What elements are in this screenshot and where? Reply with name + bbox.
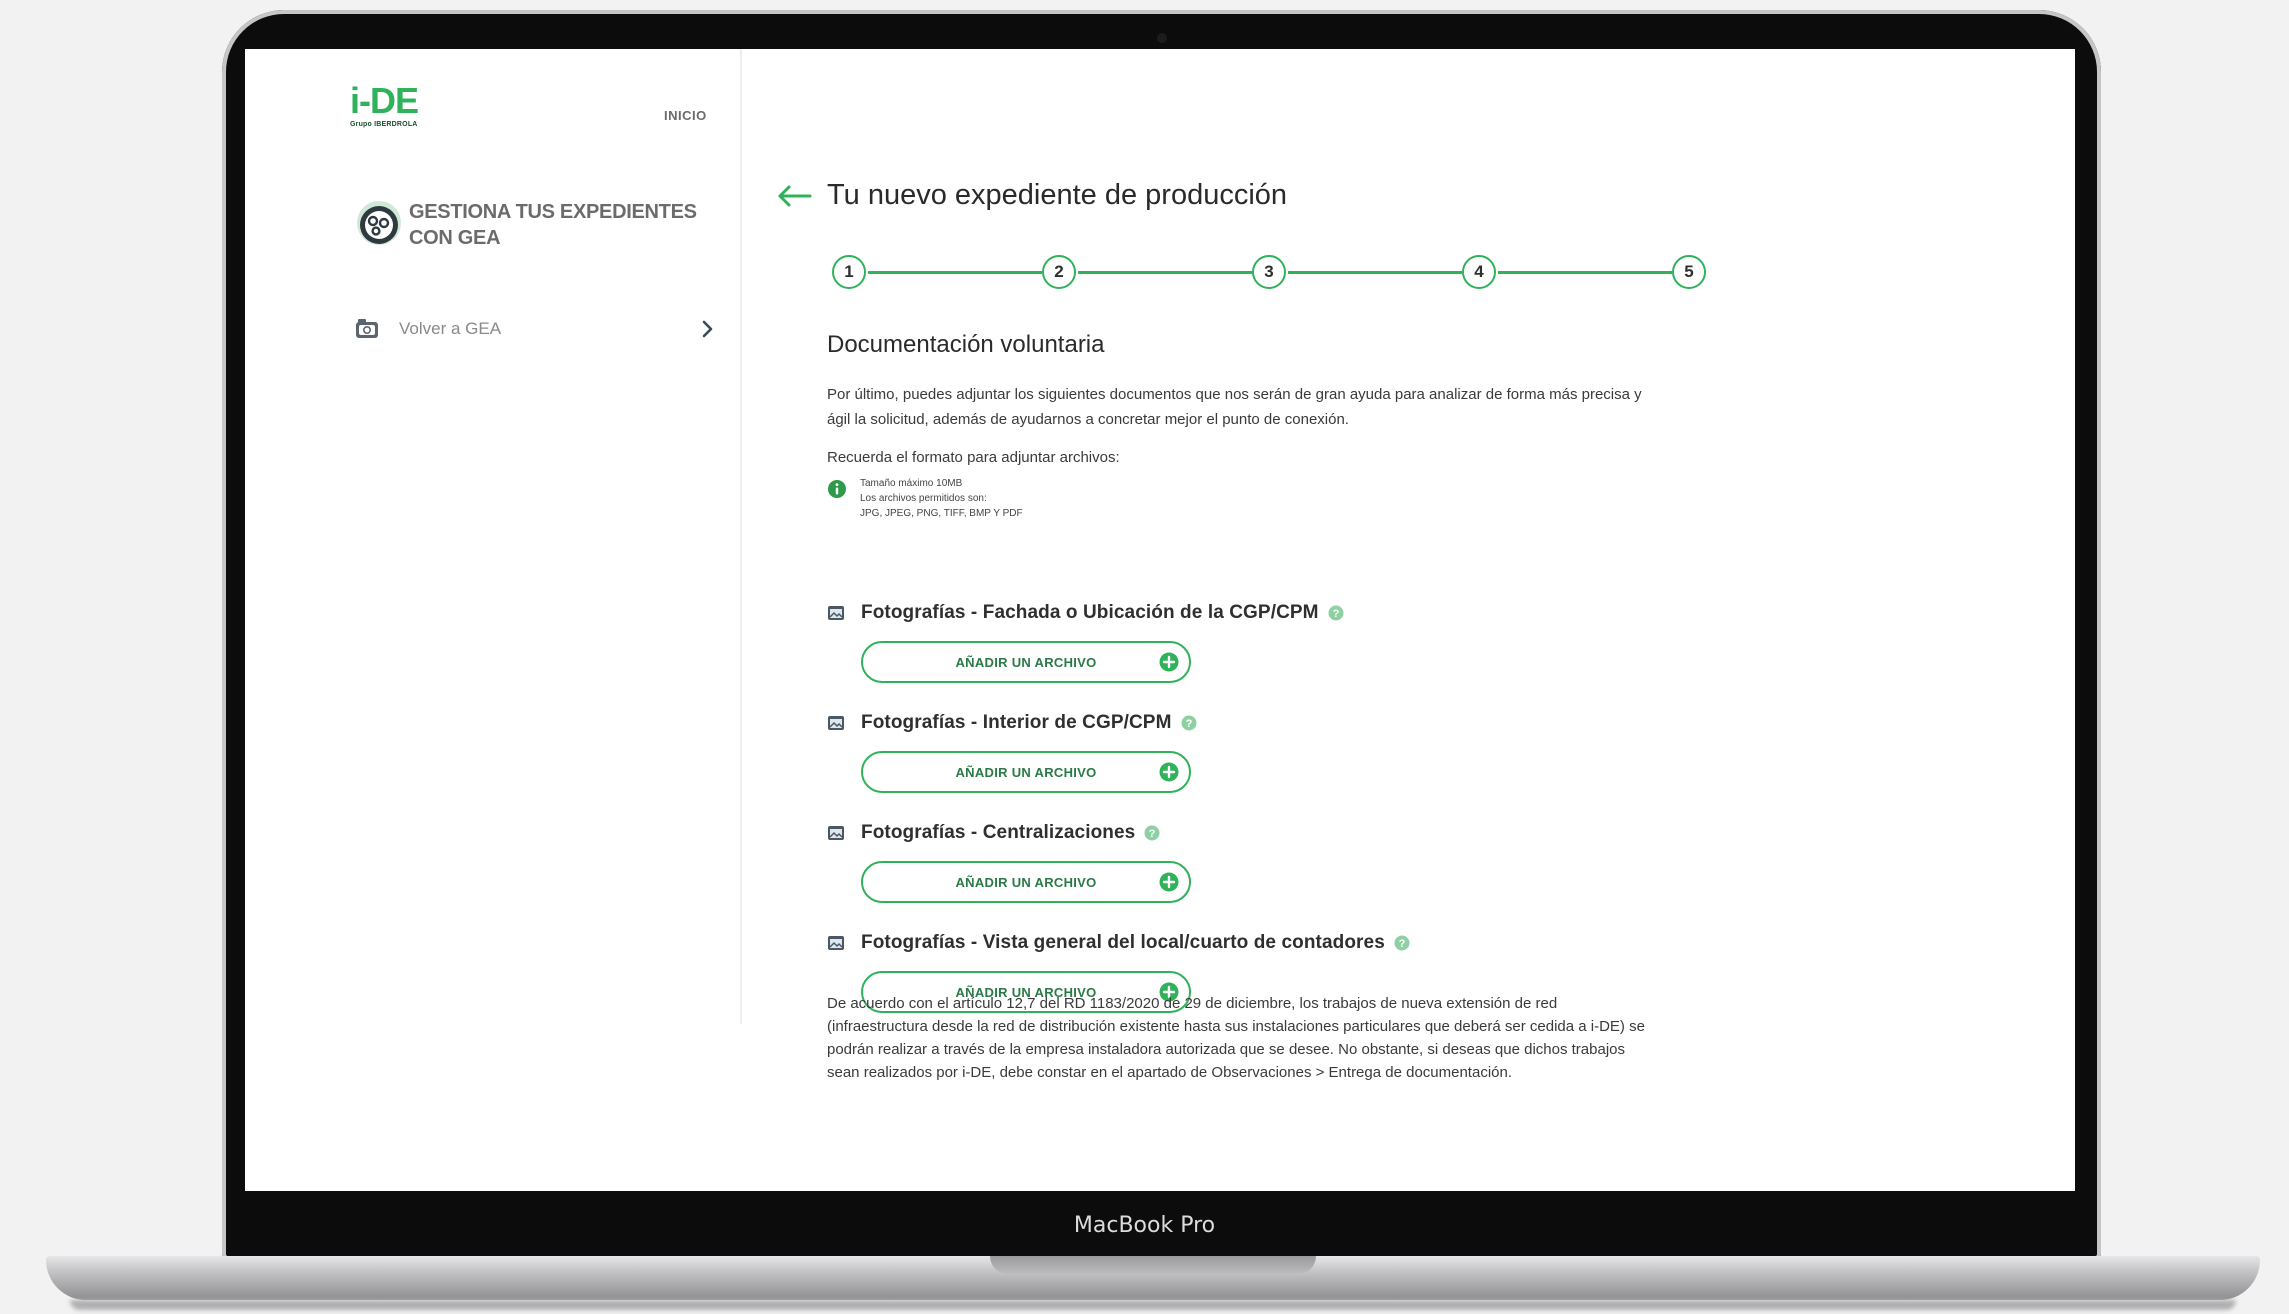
image-icon	[828, 716, 844, 730]
step-1[interactable]: 1	[832, 255, 866, 289]
help-icon[interactable]: ?	[1394, 935, 1410, 951]
step-2[interactable]: 2	[1042, 255, 1076, 289]
sidebar: i-DE Grupo IBERDROLA INICIO GESTIONA TUS…	[245, 49, 742, 1024]
image-icon	[828, 826, 844, 840]
plus-circle-icon	[1159, 652, 1179, 672]
svg-text:?: ?	[1399, 938, 1406, 950]
page-title: Tu nuevo expediente de producción	[827, 179, 1288, 211]
document-header: Fotografías - Centralizaciones ?	[827, 819, 1527, 847]
stepper: 1 2 3 4 5	[832, 255, 1706, 291]
camera-dot	[1157, 33, 1167, 43]
main-content: Tu nuevo expediente de producción 1 2 3 …	[742, 49, 2075, 1191]
plus-circle-icon	[1159, 872, 1179, 892]
svg-text:?: ?	[1149, 828, 1156, 840]
laptop-model-label: MacBook Pro	[1073, 1213, 1216, 1238]
document-title: Fotografías - Centralizaciones	[861, 822, 1136, 843]
step-4[interactable]: 4	[1462, 255, 1496, 289]
folder-icon	[356, 319, 378, 338]
format-note-types: JPG, JPEG, PNG, TIFF, BMP Y PDF	[860, 508, 1023, 519]
add-file-label: AÑADIR UN ARCHIVO	[955, 874, 1097, 890]
image-icon	[828, 606, 844, 620]
chevron-right-icon	[702, 320, 713, 338]
gea-icon	[357, 201, 401, 245]
help-icon[interactable]: ?	[1181, 715, 1197, 731]
document-header: Fotografías - Interior de CGP/CPM ?	[827, 709, 1527, 737]
logo-sub: Grupo IBERDROLA	[350, 121, 418, 128]
logo-brand: i-DE	[350, 83, 440, 119]
format-notes: Tamaño máximo 10MB Los archivos permitid…	[860, 476, 1023, 521]
intro-text: Por último, puedes adjuntar los siguient…	[827, 386, 1642, 428]
gea-header: GESTIONA TUS EXPEDIENTES CON GEA	[355, 199, 715, 251]
document-item: Fotografías - Centralizaciones ? AÑADIR …	[827, 819, 1527, 903]
step-connector	[1078, 271, 1252, 274]
step-connector	[1288, 271, 1462, 274]
add-file-label: AÑADIR UN ARCHIVO	[955, 764, 1097, 780]
document-title: Fotografías - Interior de CGP/CPM	[861, 712, 1172, 733]
laptop-base-notch	[990, 1256, 1316, 1274]
ide-logo[interactable]: i-DE Grupo IBERDROLA	[350, 83, 440, 131]
document-header: Fotografías - Vista general del local/cu…	[827, 929, 1527, 957]
info-icon	[828, 480, 846, 498]
add-file-label: AÑADIR UN ARCHIVO	[955, 654, 1097, 670]
legal-note: De acuerdo con el artículo 12,7 del RD 1…	[827, 995, 1645, 1081]
format-note-size: Tamaño máximo 10MB	[860, 478, 963, 489]
screen: i-DE Grupo IBERDROLA INICIO GESTIONA TUS…	[245, 49, 2075, 1191]
laptop-base-shadow	[70, 1300, 2236, 1310]
help-icon[interactable]: ?	[1144, 825, 1160, 841]
document-header: Fotografías - Fachada o Ubicación de la …	[827, 599, 1527, 627]
format-info: Tamaño máximo 10MB Los archivos permitid…	[827, 476, 1023, 521]
help-icon[interactable]: ?	[1328, 605, 1344, 621]
volver-gea-label: Volver a GEA	[399, 319, 502, 338]
add-file-button[interactable]: AÑADIR UN ARCHIVO	[861, 751, 1191, 793]
gea-title: GESTIONA TUS EXPEDIENTES CON GEA	[409, 199, 697, 251]
section-title: Documentación voluntaria	[827, 331, 1105, 358]
document-item: Fotografías - Fachada o Ubicación de la …	[827, 599, 1527, 683]
svg-text:?: ?	[1332, 608, 1339, 620]
svg-text:?: ?	[1185, 718, 1192, 730]
add-file-button[interactable]: AÑADIR UN ARCHIVO	[861, 641, 1191, 683]
step-3[interactable]: 3	[1252, 255, 1286, 289]
step-connector	[1498, 271, 1672, 274]
document-title: Fotografías - Fachada o Ubicación de la …	[861, 602, 1319, 623]
image-icon	[828, 936, 844, 950]
format-note-allowed: Los archivos permitidos son:	[860, 493, 987, 504]
plus-circle-icon	[1159, 762, 1179, 782]
gea-title-line2: CON GEA	[409, 227, 501, 249]
step-5[interactable]: 5	[1672, 255, 1706, 289]
logo-brand-text: i-DE	[350, 80, 419, 121]
add-file-button[interactable]: AÑADIR UN ARCHIVO	[861, 861, 1191, 903]
volver-gea-link[interactable]: Volver a GEA	[355, 314, 715, 344]
document-title: Fotografías - Vista general del local/cu…	[861, 932, 1385, 953]
document-item: Fotografías - Interior de CGP/CPM ? AÑAD…	[827, 709, 1527, 793]
gea-title-line1: GESTIONA TUS EXPEDIENTES	[409, 201, 697, 223]
format-label: Recuerda el formato para adjuntar archiv…	[827, 449, 1120, 466]
back-arrow-icon[interactable]	[776, 184, 812, 208]
step-connector	[868, 271, 1042, 274]
nav-inicio-link[interactable]: INICIO	[664, 108, 707, 123]
